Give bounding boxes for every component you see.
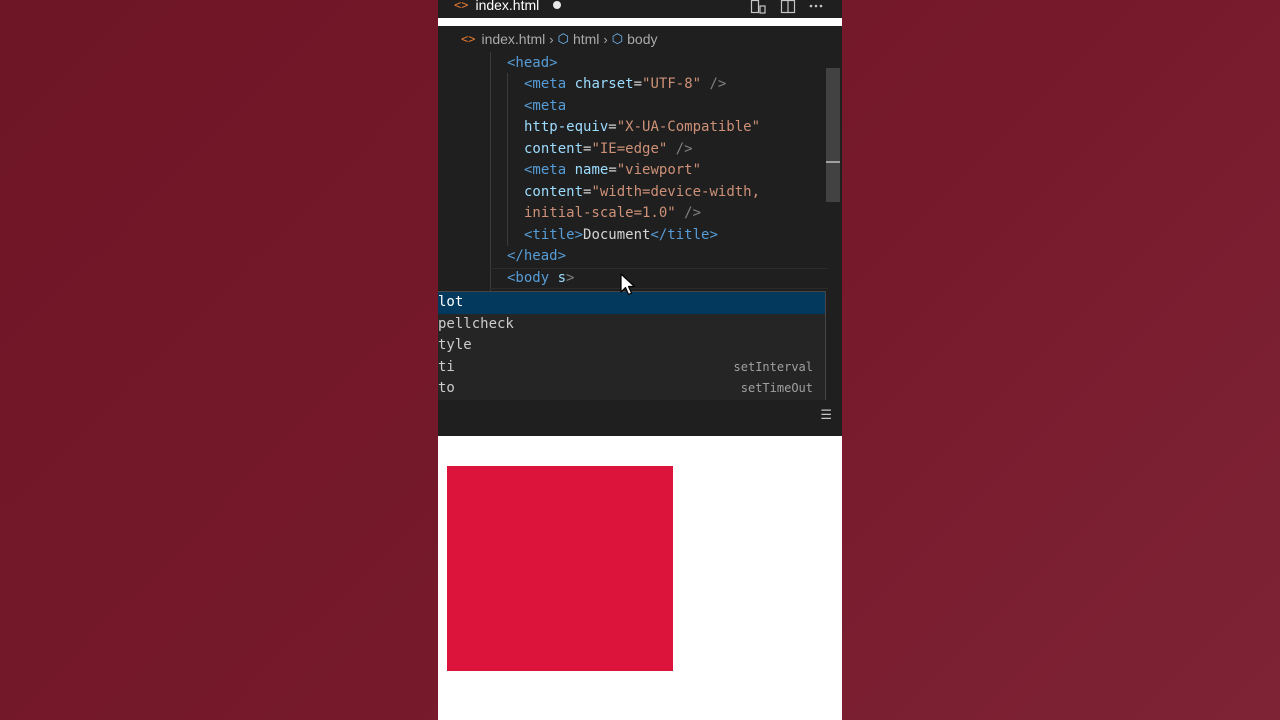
vertical-scrollbar[interactable]: [826, 68, 840, 202]
attr-charset: charset: [574, 76, 634, 92]
suggestion-detail: setInterval: [733, 359, 813, 374]
value-charset: "UTF-8": [642, 76, 702, 92]
suggestion-item[interactable]: tyle: [438, 335, 825, 357]
self-close: />: [684, 205, 702, 221]
suggestion-item[interactable]: pellcheck: [438, 314, 825, 336]
typed-text: s: [557, 270, 567, 286]
suggestion-label: to: [438, 380, 455, 396]
split-editor-icon[interactable]: [780, 0, 796, 14]
code-line-content-ie: content="IE=edge" />: [524, 141, 693, 157]
element-cube-icon: ⬡: [611, 31, 624, 46]
more-actions-icon[interactable]: [808, 0, 824, 14]
tag-title-close: </title>: [650, 227, 718, 243]
mouse-pointer-icon: [620, 273, 636, 296]
chevron-right-icon: ›: [603, 31, 608, 47]
editor-tab-index-html[interactable]: <> index.html: [438, 0, 570, 17]
code-line-title: <title>Document</title>: [524, 225, 718, 246]
chevron-right-icon: ›: [549, 31, 554, 47]
attr-content: content: [524, 184, 584, 200]
value-name: "viewport": [616, 162, 702, 178]
browser-preview: [438, 436, 842, 720]
value-content-width: "width=device-width,: [591, 184, 761, 200]
code-line-http-equiv: http-equiv="X-UA-Compatible": [524, 119, 761, 135]
code-line-body: <body s>: [507, 268, 574, 289]
breadcrumb: <> index.html › ⬡ html › ⬡ body: [438, 26, 842, 52]
red-box-element: [447, 466, 673, 671]
value-initial-scale: initial-scale=1.0": [524, 205, 676, 221]
code-line-content-width: content="width=device-width,: [524, 184, 761, 200]
breadcrumb-file[interactable]: index.html: [481, 31, 545, 47]
suggestion-label: tyle: [438, 337, 472, 353]
suggestion-detail: setTimeOut: [740, 381, 813, 395]
tag-title-open: <title>: [524, 227, 584, 243]
suggestion-item[interactable]: to setTimeOut: [438, 378, 825, 400]
self-close: />: [675, 141, 693, 157]
code-line-head-open: <head>: [507, 53, 558, 74]
breadcrumb-body[interactable]: body: [627, 31, 657, 47]
code-line-meta-open: <meta: [524, 96, 566, 117]
code-line-meta-charset: <meta charset="UTF-8" />: [524, 76, 727, 92]
tag-meta: <meta: [524, 162, 567, 178]
code-editor[interactable]: <head> <meta charset="UTF-8" /> <meta ht…: [438, 52, 842, 466]
tag-meta: <meta: [524, 98, 567, 114]
element-cube-icon: ⬡: [557, 31, 569, 46]
value-http-equiv: "X-UA-Compatible": [616, 119, 761, 135]
attr-http-equiv: http-equiv: [524, 119, 609, 135]
tab-bar: <> index.html: [438, 0, 842, 18]
code-line-meta-viewport: <meta name="viewport": [524, 162, 702, 178]
title-text: Document: [583, 227, 651, 243]
panel-strip: ☰: [438, 400, 842, 436]
scrollbar-cursor-marker: [826, 161, 840, 163]
tab-label: index.html: [475, 0, 540, 13]
vscode-window: <> index.html <> index.html › ⬡ html › ⬡…: [438, 0, 842, 720]
tag-head: <head>: [507, 55, 558, 71]
attr-name: name: [574, 162, 609, 178]
attr-content: content: [524, 141, 584, 157]
breadcrumb-html[interactable]: html: [573, 31, 599, 47]
suggestion-label: pellcheck: [438, 315, 514, 332]
suggestion-label: lot: [438, 294, 464, 310]
code-line-initial-scale: initial-scale=1.0" />: [524, 203, 701, 224]
value-content-ie: "IE=edge": [591, 141, 668, 157]
self-close: />: [709, 76, 727, 92]
open-changes-icon[interactable]: [750, 0, 766, 14]
tag-body: <body: [507, 270, 550, 286]
code-line-head-close: </head>: [507, 246, 566, 267]
suggestion-item[interactable]: ti setInterval: [438, 357, 825, 379]
html-file-icon: <>: [461, 32, 476, 46]
tag-meta: <meta: [524, 76, 567, 92]
html-file-icon: <>: [454, 0, 469, 12]
tag-end: >: [566, 270, 575, 286]
tag-head-close: </head>: [507, 248, 567, 264]
indent-guide: [507, 73, 508, 246]
list-icon[interactable]: ☰: [820, 408, 832, 423]
unsaved-dot-icon[interactable]: [553, 1, 562, 9]
suggestion-label: ti: [438, 358, 455, 375]
